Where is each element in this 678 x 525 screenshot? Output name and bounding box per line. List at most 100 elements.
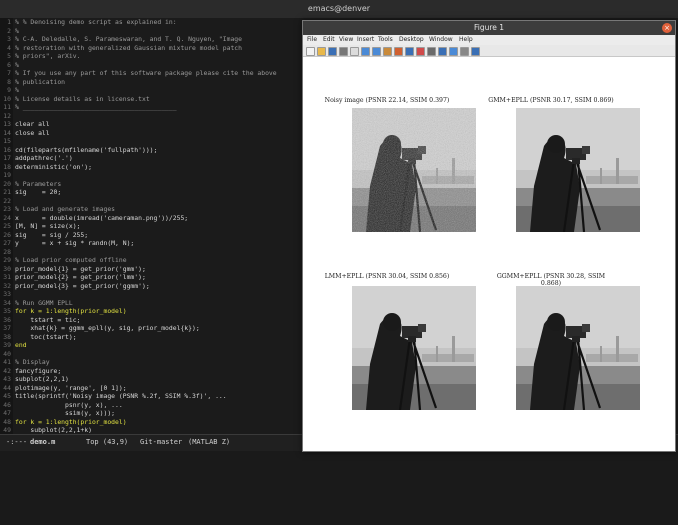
code-text: fancyfigure; <box>15 366 62 375</box>
data-cursor-icon[interactable] <box>405 47 414 56</box>
line-number: 22 <box>3 196 11 205</box>
line-number: 6 <box>7 60 11 69</box>
menu-help[interactable]: Help <box>459 35 473 45</box>
code-text: % priors", arXiv. <box>15 52 81 60</box>
code-text: cd(fileparts(mfilename('fullpath'))); <box>15 145 158 154</box>
close-icon[interactable]: × <box>662 23 672 33</box>
grid-icon[interactable] <box>460 47 469 56</box>
line-number: 30 <box>3 264 11 273</box>
line-number: 8 <box>7 77 11 86</box>
code-text: ssim(y, x))); <box>15 409 116 417</box>
dock-icon[interactable] <box>471 47 480 56</box>
menu-file[interactable]: File <box>307 35 317 45</box>
code-text: % restoration with generalized Gaussian … <box>15 43 243 52</box>
line-number: 14 <box>3 128 11 137</box>
line-number: 26 <box>3 230 11 239</box>
link-icon[interactable] <box>427 47 436 56</box>
window-title-bar: emacs@denver <box>0 0 678 18</box>
cameraman-image[interactable] <box>352 108 476 232</box>
modeline-branch: Git-master <box>140 438 183 446</box>
code-text: tstart = tic; <box>15 315 81 324</box>
line-number: 23 <box>3 205 11 213</box>
colorbar-icon[interactable] <box>438 47 447 56</box>
line-number: 4 <box>7 43 11 52</box>
code-text: % <box>15 26 19 35</box>
code-text: deterministic('on'); <box>15 162 92 171</box>
modeline-major-mode: (MATLAB Z) <box>188 438 231 446</box>
figure-title-bar[interactable]: Figure 1 × <box>303 21 675 35</box>
figure-title: Figure 1 <box>473 23 505 32</box>
code-text: toc(tstart); <box>15 332 77 341</box>
code-text: sig = sig / 255; <box>15 230 89 239</box>
line-number: 3 <box>7 35 11 43</box>
legend-icon[interactable] <box>449 47 458 56</box>
code-text: prior_model{2} = get_prior('lmm'); <box>15 273 146 281</box>
cameraman-image[interactable] <box>352 286 476 410</box>
code-text: for k = 1:length(prior_model) <box>15 417 127 426</box>
line-number: 19 <box>3 171 11 179</box>
line-number: 17 <box>3 154 11 162</box>
code-text: end <box>15 341 27 349</box>
line-number: 15 <box>3 137 11 145</box>
line-number: 25 <box>3 222 11 230</box>
cameraman-image[interactable] <box>516 286 640 410</box>
line-number: 33 <box>3 290 11 298</box>
line-number: 20 <box>3 179 11 188</box>
line-number: 48 <box>3 417 11 426</box>
pointer-icon[interactable] <box>350 47 359 56</box>
figure-window[interactable]: Figure 1 × File Edit View Insert Tools Deskto… <box>302 20 676 452</box>
line-number: 38 <box>3 332 11 341</box>
line-number: 40 <box>3 349 11 358</box>
line-number: 5 <box>7 52 11 60</box>
zoom-out-icon[interactable] <box>372 47 381 56</box>
subplot-title: LMM+EPLL (PSNR 30.04, SSIM 0.856) <box>324 273 450 280</box>
modeline-filename: demo.m <box>30 438 56 446</box>
line-number: 41 <box>3 358 11 366</box>
rotate-icon[interactable] <box>394 47 403 56</box>
menu-window[interactable]: Window <box>429 35 453 45</box>
open-folder-icon[interactable] <box>317 47 326 56</box>
zoom-in-icon[interactable] <box>361 47 370 56</box>
cameraman-image[interactable] <box>516 108 640 232</box>
brush-icon[interactable] <box>416 47 425 56</box>
line-number: 42 <box>3 366 11 375</box>
print-icon[interactable] <box>339 47 348 56</box>
line-number: 27 <box>3 239 11 247</box>
line-number: 21 <box>3 188 11 196</box>
line-number: 13 <box>3 120 11 128</box>
pan-icon[interactable] <box>383 47 392 56</box>
menu-tools[interactable]: Tools <box>378 35 393 45</box>
menu-insert[interactable]: Insert <box>357 35 374 45</box>
code-text: sig = 20; <box>15 188 62 196</box>
line-number: 12 <box>3 111 11 120</box>
code-text: prior_model{3} = get_prior('ggmm'); <box>15 281 150 290</box>
modeline-status: -:--- <box>6 438 28 446</box>
code-text: % Parameters <box>15 179 62 188</box>
new-file-icon[interactable] <box>306 47 315 56</box>
line-number: 31 <box>3 273 11 281</box>
code-text: subplot(2,2,1) <box>15 375 69 383</box>
code-text: % ______________________________________… <box>15 103 177 111</box>
code-text: subplot(2,2,1+k) <box>15 426 92 434</box>
save-icon[interactable] <box>328 47 337 56</box>
menu-view[interactable]: View <box>339 35 353 45</box>
line-number: 1 <box>7 18 11 26</box>
window-title: emacs@denver <box>307 4 371 13</box>
code-text: % publication <box>15 77 66 86</box>
subplot-title: GGMM+EPLL (PSNR 30.28, SSIM 0.868) <box>496 273 606 287</box>
code-text: % <box>15 60 19 69</box>
line-number: 28 <box>3 247 11 256</box>
line-number: 18 <box>3 162 11 171</box>
code-text: % Load prior computed offline <box>15 256 127 264</box>
line-number: 11 <box>3 103 11 111</box>
menu-edit[interactable]: Edit <box>323 35 335 45</box>
code-text: % Run GGMM EPLL <box>15 298 73 307</box>
line-number: 45 <box>3 392 11 400</box>
figure-menubar: File Edit View Insert Tools Desktop Window Help <box>303 35 675 45</box>
line-number: 32 <box>3 281 11 290</box>
line-number: 36 <box>3 315 11 324</box>
code-text: close all <box>15 128 50 137</box>
line-number: 46 <box>3 400 11 409</box>
figure-canvas[interactable]: Noisy image (PSNR 22.14, SSIM 0.397) GMM+… <box>303 57 675 451</box>
menu-desktop[interactable]: Desktop <box>399 35 424 45</box>
